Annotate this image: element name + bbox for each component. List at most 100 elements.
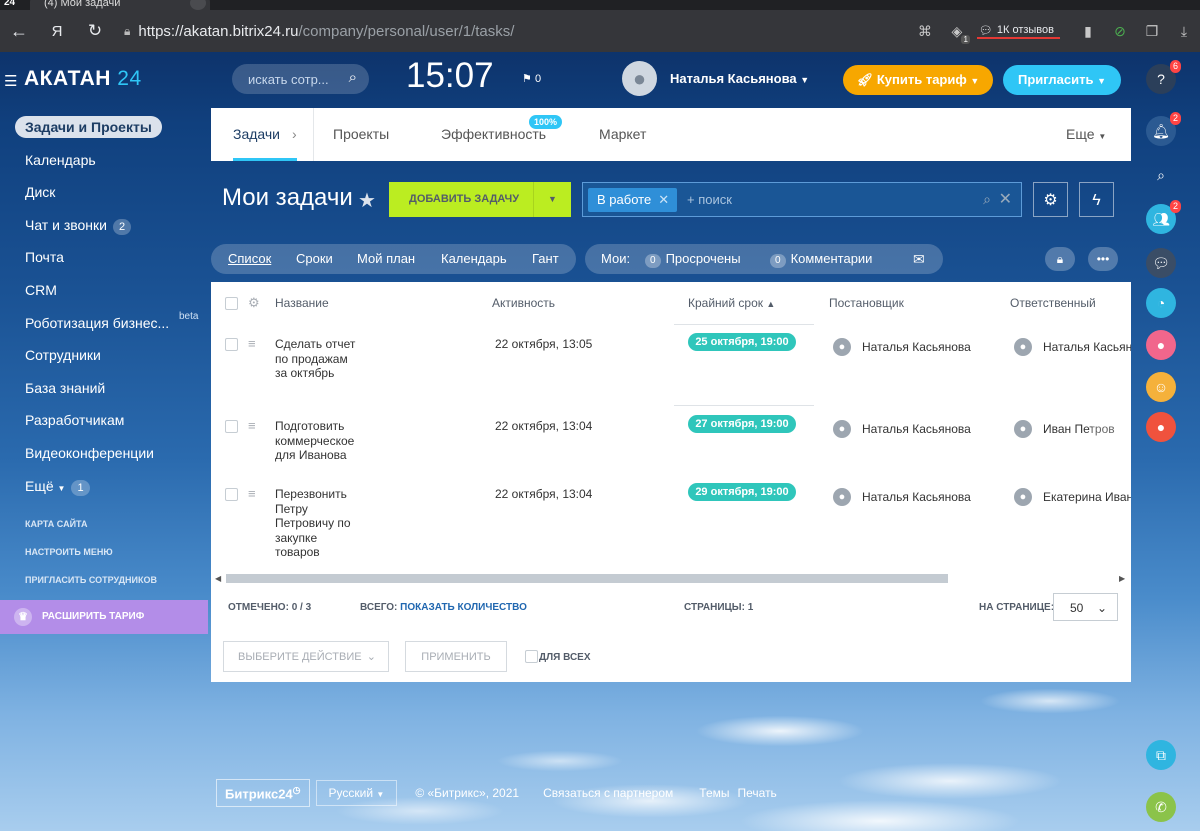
download-icon[interactable]: ⤓ — [1168, 23, 1200, 40]
gear-icon[interactable]: ⚙ — [248, 295, 260, 311]
drag-handle-icon[interactable]: ≡ — [248, 336, 256, 351]
reload-icon[interactable]: ↻ — [76, 21, 114, 41]
yandex-icon[interactable]: Я — [38, 23, 76, 40]
remove-filter-icon[interactable]: ✕ — [658, 188, 669, 212]
menu-item-more[interactable]: Ещё ▼ 1 — [0, 470, 208, 503]
buy-tariff-button[interactable]: 🚀︎ Купить тариф ▼ — [843, 65, 993, 95]
search-panel-button[interactable]: ⌕ — [1146, 160, 1176, 190]
deadline-badge[interactable]: 25 октября, 19:00 — [688, 333, 796, 351]
contact-avatar-3[interactable]: ● — [1146, 412, 1176, 442]
row-checkbox[interactable] — [225, 488, 238, 501]
task-responsible[interactable]: Наталья Касьянова — [1043, 340, 1131, 354]
task-creator[interactable]: Наталья Касьянова — [862, 490, 971, 504]
bookmark-icon[interactable]: ▮ — [1072, 23, 1104, 40]
add-task-button[interactable]: ДОБАВИТЬ ЗАДАЧУ ▼ — [389, 182, 571, 217]
tab-market[interactable]: Маркет — [599, 108, 646, 161]
protect-icon[interactable]: ⊘ — [1104, 23, 1136, 40]
read-all-icon[interactable]: ✉ — [913, 244, 925, 274]
contact-partner-link[interactable]: Связаться с партнером — [543, 786, 673, 800]
drag-handle-icon[interactable]: ≡ — [248, 418, 256, 433]
user-avatar[interactable]: ● — [622, 61, 657, 96]
action-select[interactable]: ВЫБЕРИТЕ ДЕЙСТВИЕ ⌄ — [223, 641, 389, 672]
clear-icon[interactable]: ✕ — [999, 189, 1012, 209]
collections-icon[interactable]: ❐ — [1136, 23, 1168, 40]
task-name[interactable]: Подготовить коммерческое для Иванова — [275, 419, 360, 463]
view-myplan[interactable]: Мой план — [357, 244, 415, 274]
show-count-link[interactable]: ПОКАЗАТЬ КОЛИЧЕСТВО — [400, 602, 527, 613]
overdue-counter[interactable]: 0 Просрочены — [645, 244, 741, 274]
translate-icon[interactable]: ⌘ — [909, 23, 941, 40]
view-deadlines[interactable]: Сроки — [296, 244, 333, 274]
task-name[interactable]: Перезвонить Петру Петровичу по закупке т… — [275, 487, 360, 560]
comments-counter[interactable]: 0 Комментарии — [770, 244, 872, 274]
column-header-deadline[interactable]: Крайний срок ▲ — [688, 296, 775, 310]
tab-projects[interactable]: Проекты — [333, 108, 389, 161]
menu-item-knowledge[interactable]: База знаний — [0, 372, 208, 405]
clock[interactable]: 15:07 — [406, 56, 494, 96]
scroll-left-icon[interactable]: ◀ — [215, 574, 221, 583]
column-header-responsible[interactable]: Ответственный — [1010, 296, 1096, 310]
for-all-checkbox[interactable] — [525, 650, 538, 663]
per-page-select[interactable]: 50 ⌄ — [1053, 593, 1118, 621]
portal-logo[interactable]: АКАТАН 24 — [24, 67, 142, 91]
groups-button[interactable]: 👥︎ 2 — [1146, 200, 1181, 234]
horizontal-scrollbar[interactable] — [226, 574, 948, 583]
lock-button[interactable]: 🔒︎ — [1045, 247, 1075, 271]
flag-counter[interactable]: ⚑ 0 — [522, 72, 541, 85]
print-link[interactable]: Печать — [738, 786, 777, 800]
menu-item-employees[interactable]: Сотрудники — [0, 339, 208, 372]
menu-item-videoconf[interactable]: Видеоконференции — [0, 437, 208, 470]
chat-button[interactable]: 💬︎ — [1146, 248, 1176, 278]
filter-chip[interactable]: В работе ✕ — [588, 188, 678, 212]
bitrix24-logo[interactable]: Битрикс24◷ — [216, 778, 310, 808]
invite-button[interactable]: Пригласить ▼ — [1003, 65, 1121, 95]
view-list[interactable]: Список — [228, 244, 271, 274]
more-button[interactable]: ••• — [1088, 247, 1118, 271]
menu-item-developers[interactable]: Разработчикам — [0, 404, 208, 437]
task-creator[interactable]: Наталья Касьянова — [862, 422, 971, 436]
user-menu[interactable]: Наталья Касьянова ▼ — [670, 71, 809, 86]
contact-avatar-2[interactable]: ☺ — [1146, 372, 1176, 402]
menu-item-calendar[interactable]: Календарь — [0, 144, 208, 177]
settings-button[interactable]: ⚙ — [1033, 182, 1068, 217]
contact-avatar-1[interactable]: ● — [1146, 330, 1176, 360]
filter-search-field[interactable]: В работе ✕ + поиск ⌕ ✕ — [582, 182, 1022, 217]
help-button[interactable]: ? 6 — [1146, 60, 1181, 94]
back-icon[interactable]: ← — [0, 21, 38, 42]
drag-handle-icon[interactable]: ≡ — [248, 486, 256, 501]
browser-tab[interactable]: (4) Мои задачи✕ — [30, 0, 210, 10]
column-header-name[interactable]: Название — [275, 296, 329, 310]
menu-item-chat[interactable]: Чат и звонки 2 — [0, 209, 208, 242]
row-checkbox[interactable] — [225, 420, 238, 433]
menu-item-disk[interactable]: Диск — [0, 176, 208, 209]
robots-button[interactable]: ϟ — [1079, 182, 1114, 217]
select-all-checkbox[interactable] — [225, 297, 238, 310]
star-icon[interactable]: ★ — [358, 188, 376, 213]
call-button[interactable]: ✆ — [1146, 792, 1176, 822]
themes-link[interactable]: Темы — [699, 786, 729, 800]
scroll-right-icon[interactable]: ▶ — [1119, 574, 1125, 583]
apply-button[interactable]: ПРИМЕНИТЬ — [405, 641, 507, 672]
invite-employees-link[interactable]: ПРИГЛАСИТЬ СОТРУДНИКОВ — [0, 566, 208, 594]
tab-efficiency[interactable]: Эффективность 100% — [441, 108, 563, 161]
column-header-creator[interactable]: Постановщик — [829, 296, 904, 310]
pages-value[interactable]: 1 — [748, 602, 754, 613]
menu-icon[interactable]: ☰ — [4, 72, 17, 90]
task-creator[interactable]: Наталья Касьянова — [862, 340, 971, 354]
address-bar[interactable]: https://akatan.bitrix24.ru/company/perso… — [138, 23, 514, 40]
menu-item-mail[interactable]: Почта — [0, 241, 208, 274]
tab-tasks[interactable]: Задачи › — [233, 108, 297, 161]
reviews-button[interactable]: 💬︎ 1К отзывов — [976, 24, 1060, 39]
site-map-link[interactable]: КАРТА САЙТА — [0, 510, 208, 538]
menu-item-robotization[interactable]: Роботизация бизнес... beta — [0, 307, 208, 340]
upgrade-tariff-button[interactable]: ♛ РАСШИРИТЬ ТАРИФ — [0, 600, 208, 634]
column-header-activity[interactable]: Активность — [492, 296, 555, 310]
row-checkbox[interactable] — [225, 338, 238, 351]
menu-item-crm[interactable]: CRM — [0, 274, 208, 307]
deadline-badge[interactable]: 27 октября, 19:00 — [688, 415, 796, 433]
contact-button[interactable]: ◔ — [1146, 288, 1176, 318]
menu-item-tasks[interactable]: Задачи и Проекты — [0, 111, 208, 144]
extension-icon[interactable]: ◈ 1 — [941, 23, 973, 44]
configure-menu-link[interactable]: НАСТРОИТЬ МЕНЮ — [0, 538, 208, 566]
deadline-badge[interactable]: 29 октября, 19:00 — [688, 483, 796, 501]
